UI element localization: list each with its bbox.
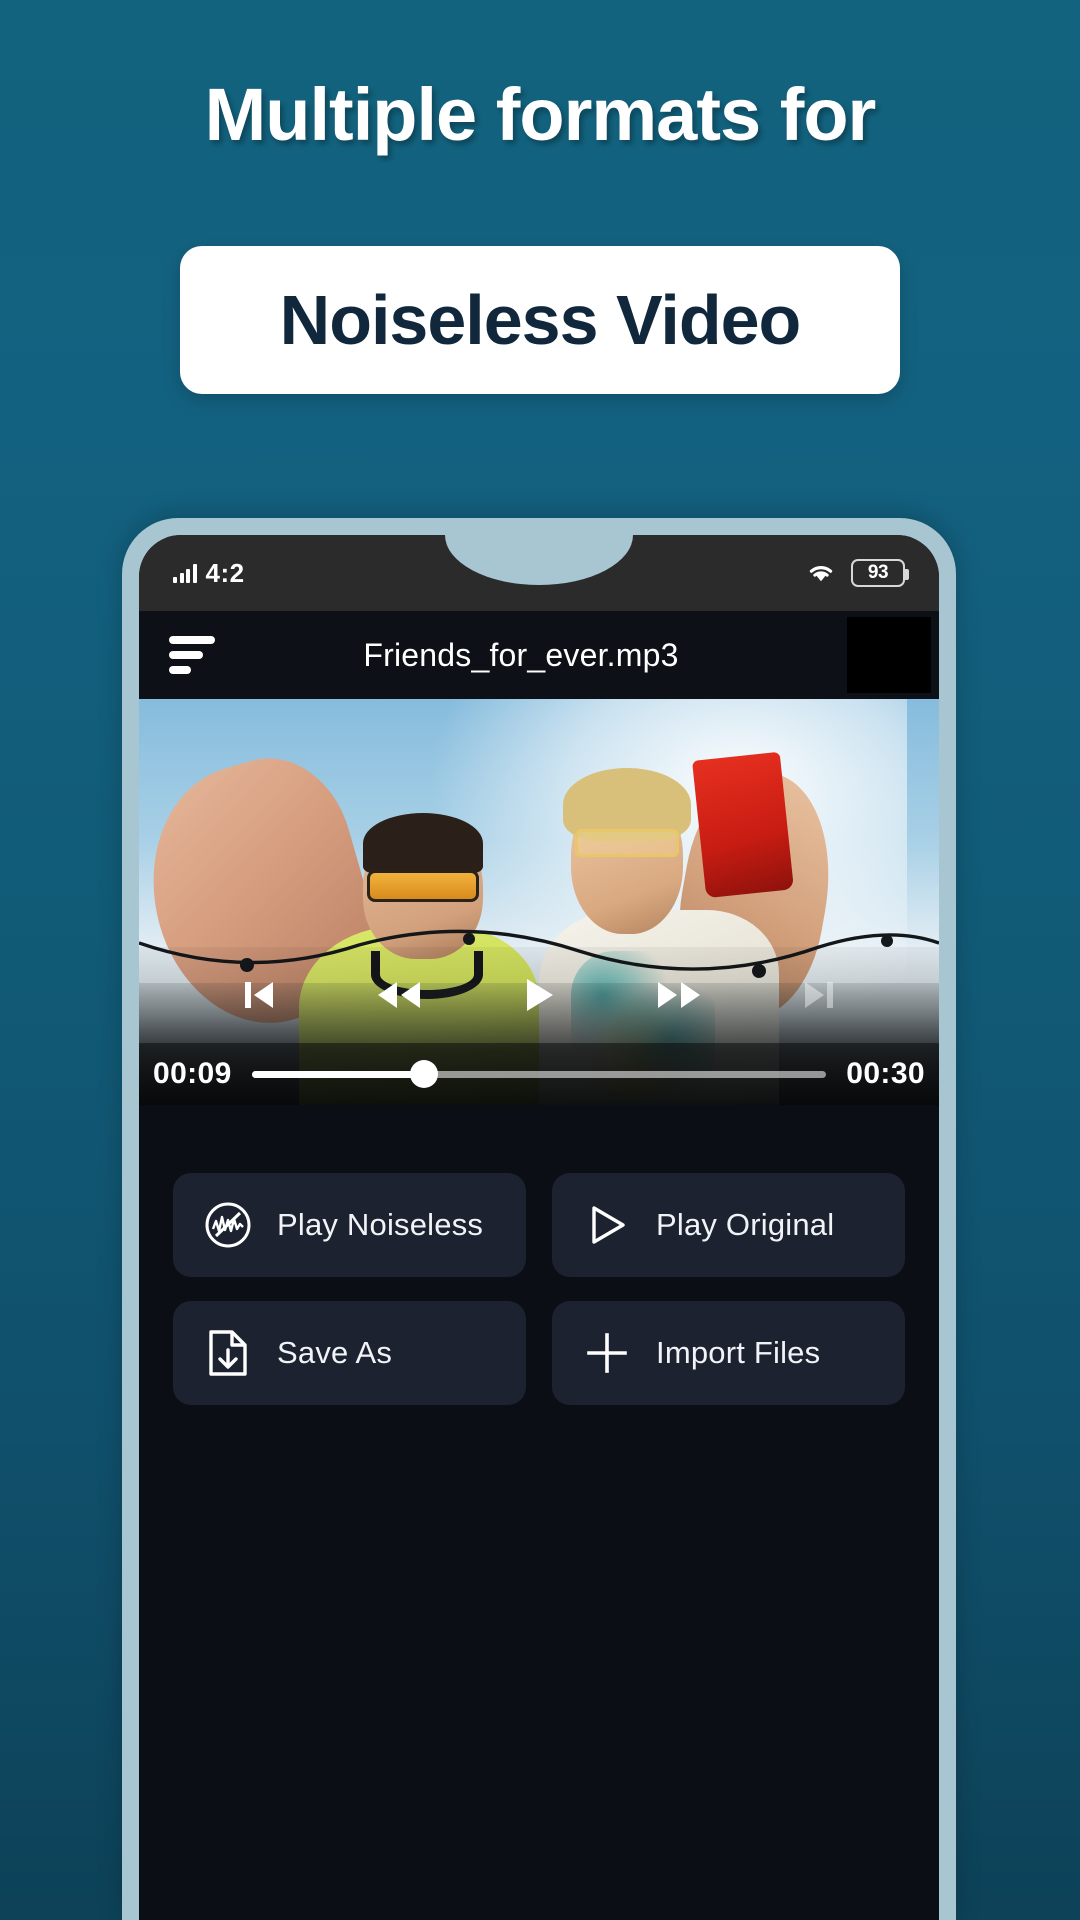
red-cup (692, 751, 794, 899)
file-download-icon (201, 1326, 255, 1380)
status-bar-clock: 4:2 (205, 557, 245, 588)
promo-highlight-card: Noiseless Video (180, 246, 900, 394)
action-buttons-grid: Play Noiseless Play Original Save As Imp… (139, 1105, 939, 1405)
app-bar: Friends_for_ever.mp3 (139, 611, 939, 699)
play-original-label: Play Original (656, 1207, 835, 1242)
phone-notch (411, 535, 667, 585)
noiseless-waveform-icon (201, 1198, 255, 1252)
phone-screen: 4:2 93 Friends_for_ever.mp3 00:09 00:30 … (139, 535, 939, 1920)
person-right-glasses (575, 828, 679, 858)
seek-bar-track[interactable] (251, 1060, 827, 1088)
battery-icon: 93 (851, 559, 909, 587)
app-bar-title: Friends_for_ever.mp3 (363, 636, 679, 673)
total-time-label: 00:30 (846, 1057, 925, 1090)
play-outline-icon (580, 1198, 634, 1252)
fast-forward-button[interactable] (651, 972, 707, 1018)
import-files-button[interactable]: Import Files (552, 1301, 905, 1405)
signal-bars-icon (173, 563, 197, 583)
save-as-button[interactable]: Save As (173, 1301, 526, 1405)
battery-level: 93 (867, 562, 889, 583)
promo-card-text: Noiseless Video (279, 281, 802, 359)
play-noiseless-label: Play Noiseless (277, 1207, 484, 1242)
phone-mockup: 4:2 93 Friends_for_ever.mp3 00:09 00:30 … (122, 518, 956, 1920)
person-left-sunglasses (367, 869, 479, 902)
promo-headline: Multiple formats for (204, 73, 877, 156)
import-files-label: Import Files (656, 1335, 821, 1370)
promo-header: Multiple formats for (0, 78, 1080, 152)
status-bar: 4:2 93 (139, 535, 939, 611)
next-track-button[interactable] (796, 972, 842, 1018)
rewind-button[interactable] (371, 972, 427, 1018)
previous-track-button[interactable] (236, 972, 282, 1018)
seek-bar-thumb[interactable] (410, 1060, 439, 1088)
plus-icon (580, 1326, 634, 1380)
seek-bar-fill (251, 1070, 425, 1078)
seek-bar-row: 00:09 00:30 (139, 1043, 939, 1105)
video-thumbnail[interactable] (847, 617, 931, 693)
person-left-hair (363, 812, 483, 874)
save-as-label: Save As (277, 1335, 393, 1370)
play-original-button[interactable]: Play Original (552, 1173, 905, 1277)
play-button[interactable] (517, 971, 561, 1019)
wifi-icon (807, 562, 835, 584)
current-time-label: 00:09 (153, 1057, 232, 1090)
playback-controls (139, 947, 939, 1043)
play-noiseless-button[interactable]: Play Noiseless (173, 1173, 526, 1277)
status-bar-left: 4:2 (173, 558, 245, 589)
status-bar-right: 93 (807, 559, 909, 587)
video-player[interactable]: 00:09 00:30 (139, 699, 939, 1105)
